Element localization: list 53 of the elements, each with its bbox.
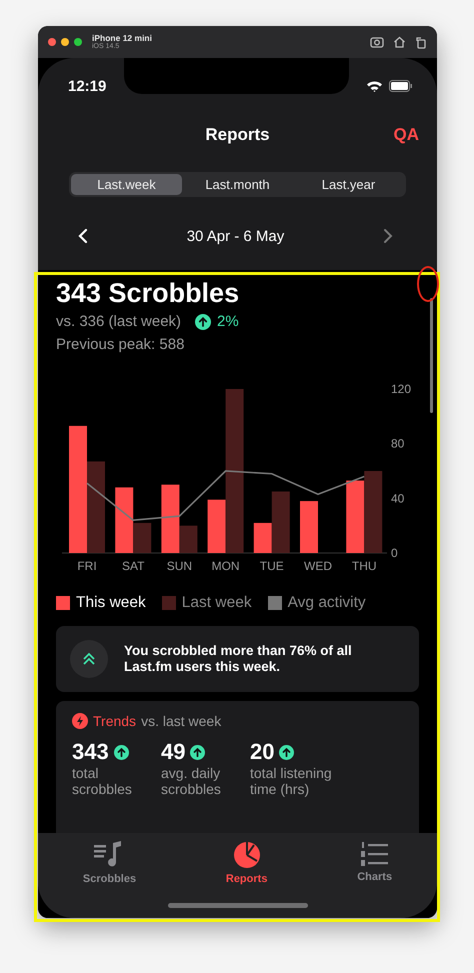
close-dot[interactable]: [48, 38, 56, 46]
tab-bar-item[interactable]: Scrobbles: [74, 841, 144, 889]
date-range: 30 Apr - 6 May: [186, 228, 284, 244]
double-chevron-icon: [70, 640, 108, 678]
qa-button[interactable]: QA: [394, 125, 419, 145]
trends-subtitle: vs. last week: [141, 713, 222, 729]
tab-bar-item[interactable]: Reports: [218, 841, 276, 889]
status-time: 12:19: [68, 78, 106, 94]
percentile-text: You scrobbled more than 76% of all Last.fm users this week.: [124, 643, 353, 675]
y-tick-label: 0: [391, 546, 398, 560]
highlight-circle: [417, 266, 439, 302]
day-label: TUE: [260, 559, 284, 573]
y-tick-label: 80: [391, 436, 404, 451]
legend-label: Avg activity: [288, 594, 366, 612]
pie-chart-icon: [232, 841, 261, 869]
comparison-text: vs. 336 (last week): [56, 313, 182, 330]
legend-label: This week: [76, 594, 146, 612]
stat-value: 343: [72, 739, 109, 765]
y-tick-label: 120: [391, 382, 412, 396]
stat-label: avg. daily scrobbles: [161, 765, 222, 797]
period-tab[interactable]: Last.week: [71, 174, 182, 195]
y-tick-label: 40: [391, 491, 404, 506]
wifi-icon: [366, 80, 383, 92]
tab-bar-item[interactable]: Charts: [349, 841, 400, 889]
stat-value: 20: [250, 739, 274, 765]
device-name: iPhone 12 mini: [92, 34, 152, 43]
numbered-list-icon: [360, 841, 390, 867]
stat-value: 49: [161, 739, 186, 765]
day-label: SAT: [122, 559, 144, 573]
rotate-icon[interactable]: [415, 36, 427, 48]
screen-title: Reports: [205, 125, 270, 145]
scrobbles-headline: 343 Scrobbles: [56, 277, 240, 310]
trends-title: Trends: [93, 713, 136, 729]
day-label: THU: [352, 559, 377, 573]
day-label: SUN: [166, 559, 192, 573]
zoom-dot[interactable]: [74, 38, 82, 46]
camera-icon[interactable]: [370, 36, 384, 48]
change-percent: 2%: [217, 313, 239, 330]
minimize-dot[interactable]: [61, 38, 69, 46]
previous-peak: Previous peak: 588: [56, 336, 186, 353]
battery-icon: [389, 80, 413, 92]
next-chevron-icon[interactable]: [382, 228, 393, 244]
home-icon[interactable]: [393, 36, 406, 48]
legend-label: Last week: [182, 594, 252, 612]
previous-chevron-icon[interactable]: [78, 228, 88, 244]
stat-label: total listening time (hrs): [250, 765, 333, 797]
day-label: WED: [304, 559, 332, 573]
day-label: FRI: [77, 559, 97, 573]
day-label: MON: [212, 559, 240, 573]
stat-label: total scrobbles: [72, 765, 133, 797]
lightning-icon: [72, 713, 88, 729]
period-tab[interactable]: Last.month: [182, 174, 293, 195]
period-tab[interactable]: Last.year: [293, 174, 404, 195]
